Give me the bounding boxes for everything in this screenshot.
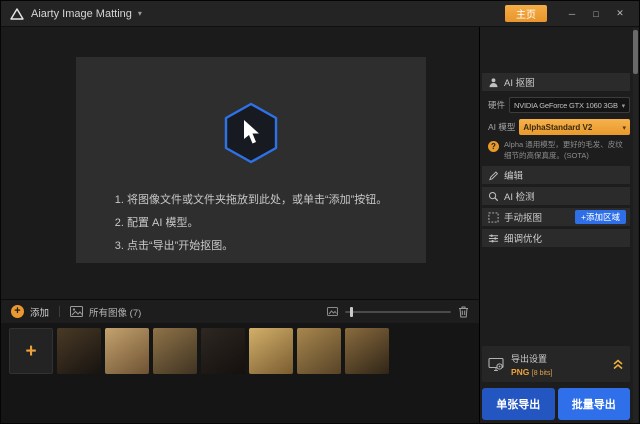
canvas-area: 1. 将图像文件或文件夹拖放到此处，或单击“添加”按钮。 2. 配置 AI 模型…	[1, 27, 479, 299]
toolbar-divider	[59, 306, 61, 317]
delete-icon[interactable]	[458, 306, 469, 318]
app-logo-icon	[9, 7, 25, 21]
drop-instructions: 1. 将图像文件或文件夹拖放到此处，或单击“添加”按钮。 2. 配置 AI 模型…	[115, 189, 388, 258]
hardware-select[interactable]: NVIDIA GeForce GTX 1060 3GB	[509, 97, 630, 113]
hardware-value: NVIDIA GeForce GTX 1060 3GB	[514, 100, 618, 110]
export-batch-button[interactable]: 批量导出	[557, 388, 630, 420]
thumbnail[interactable]	[201, 328, 245, 374]
collapse-chevrons-icon[interactable]	[612, 359, 624, 370]
export-format-value: PNG	[511, 366, 530, 377]
thumbnail-strip: +	[1, 323, 479, 423]
thumbnail[interactable]	[57, 328, 101, 374]
help-icon[interactable]: ?	[488, 141, 499, 152]
ai-detect-icon	[488, 191, 499, 202]
dropdown-caret-icon	[622, 123, 626, 132]
thumbnail[interactable]	[105, 328, 149, 374]
export-settings-title: 导出设置	[511, 353, 548, 364]
manual-matting-icon	[488, 211, 499, 223]
left-pane: 1. 将图像文件或文件夹拖放到此处，或单击“添加”按钮。 2. 配置 AI 模型…	[1, 27, 480, 423]
instruction-line-3: 3. 点击“导出”开始抠图。	[114, 240, 234, 252]
minimize-button[interactable]: ─	[561, 4, 583, 24]
export-settings-text: 导出设置 PNG [8 bits]	[511, 352, 552, 377]
sidebar-scrollbar-thumb[interactable]	[633, 30, 638, 74]
edit-label: 编辑	[504, 171, 524, 182]
section-fine-tune[interactable]: 细调优化	[482, 229, 630, 247]
ai-matting-label: AI 抠图	[504, 78, 535, 89]
app-body: 1. 将图像文件或文件夹拖放到此处，或单击“添加”按钮。 2. 配置 AI 模型…	[1, 27, 639, 423]
filmstrip-toolbar: + 添加 所有图像 (7)	[1, 299, 479, 323]
section-ai-detect[interactable]: AI 检测	[482, 187, 630, 205]
app-menu-caret-icon[interactable]: ▾	[138, 9, 142, 18]
ai-model-value: AlphaStandard V2	[523, 122, 593, 132]
ai-detect-label: AI 检测	[504, 192, 535, 203]
titlebar-controls: 主页 ─ □ ✕	[505, 4, 631, 24]
drop-zone[interactable]: 1. 将图像文件或文件夹拖放到此处，或单击“添加”按钮。 2. 配置 AI 模型…	[76, 57, 426, 263]
fine-tune-label: 细调优化	[504, 234, 543, 245]
images-icon	[70, 306, 84, 317]
slider-thumb[interactable]	[350, 306, 353, 317]
export-bit-depth: [8 bits]	[531, 369, 553, 377]
manual-matting-label: 手动抠图	[504, 213, 543, 224]
section-ai-matting[interactable]: AI 抠图	[482, 73, 630, 91]
model-hint-text: Alpha 通用模型，更好的毛发、皮纹细节的高保真度。(SOTA)	[504, 140, 623, 160]
export-format: PNG [8 bits]	[511, 367, 552, 377]
edit-icon	[488, 170, 499, 181]
thumbnail[interactable]	[249, 328, 293, 374]
thumbnail[interactable]	[345, 328, 389, 374]
instruction-line-2: 2. 配置 AI 模型。	[114, 217, 199, 229]
titlebar: Aiarty Image Matting ▾ 主页 ─ □ ✕	[1, 1, 639, 27]
thumbnail[interactable]	[153, 328, 197, 374]
hardware-label: 硬件	[488, 100, 506, 110]
maximize-button[interactable]: □	[585, 4, 607, 24]
close-button[interactable]: ✕	[609, 4, 631, 24]
home-button[interactable]: 主页	[505, 5, 547, 22]
add-button[interactable]: 添加	[30, 305, 49, 319]
slider-track	[345, 310, 451, 313]
thumbnail[interactable]	[297, 328, 341, 374]
export-single-button[interactable]: 单张导出	[482, 388, 555, 420]
instruction-line-1: 1. 将图像文件或文件夹拖放到此处，或单击“添加”按钮。	[114, 194, 388, 206]
ai-model-row: AI 模型 AlphaStandard V2	[482, 116, 630, 138]
right-sidebar: AI 抠图 硬件 NVIDIA GeForce GTX 1060 3GB AI …	[480, 27, 639, 423]
app-title: Aiarty Image Matting	[31, 7, 132, 20]
add-icon[interactable]: +	[11, 305, 24, 318]
hardware-row: 硬件 NVIDIA GeForce GTX 1060 3GB	[482, 94, 630, 116]
section-edit[interactable]: 编辑	[482, 166, 630, 184]
drop-cursor-hexagon-icon	[221, 101, 281, 165]
ai-model-select[interactable]: AlphaStandard V2	[519, 119, 630, 135]
export-buttons: 单张导出 批量导出	[482, 388, 630, 420]
dropdown-caret-icon	[622, 101, 625, 110]
section-manual-matting[interactable]: 手动抠图 +添加区域	[482, 208, 630, 226]
app-window: Aiarty Image Matting ▾ 主页 ─ □ ✕ 1. 将图像文件…	[0, 0, 640, 424]
toolbar-right	[327, 306, 469, 318]
thumbnail-size-slider[interactable]	[345, 306, 451, 317]
add-region-button[interactable]: +添加区域	[575, 210, 626, 224]
model-hint-row: ? Alpha 通用模型，更好的毛发、皮纹细节的高保真度。(SOTA)	[482, 138, 630, 166]
add-image-tile[interactable]: +	[9, 328, 53, 374]
export-settings-icon	[488, 357, 504, 372]
ai-matting-icon	[488, 77, 499, 88]
all-images-filter[interactable]: 所有图像 (7)	[89, 305, 141, 319]
thumbnail-size-icon	[327, 307, 338, 316]
fine-tune-icon	[488, 233, 499, 244]
ai-model-label: AI 模型	[488, 122, 516, 132]
add-tile-plus-icon: +	[25, 340, 37, 362]
sidebar-scrollbar[interactable]	[633, 28, 638, 423]
sidebar-top-spacer	[482, 27, 630, 73]
export-settings[interactable]: 导出设置 PNG [8 bits]	[482, 346, 630, 382]
